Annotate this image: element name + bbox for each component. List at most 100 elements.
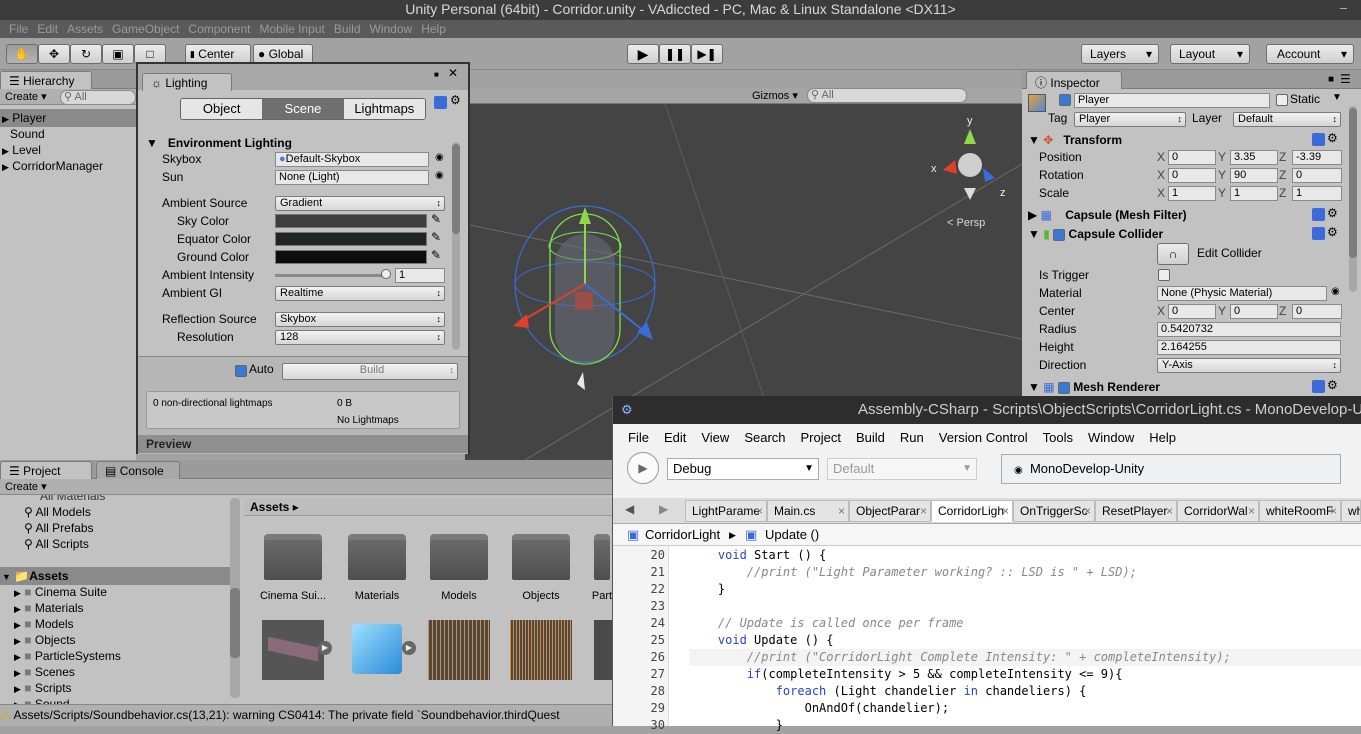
tab-project[interactable]: ☰ Project [0,461,92,479]
radius-field[interactable]: 0.5420732 [1157,322,1341,337]
play-preview-icon[interactable]: ▶ [402,641,416,655]
scene-search-input[interactable]: ⚲ All [807,88,967,103]
preview-header[interactable]: Preview [138,435,468,453]
menu-icon[interactable]: ☰ [1340,72,1351,86]
rect-tool-button[interactable]: □ [134,44,166,64]
asset-folder[interactable] [430,534,488,580]
orientation-gizmo-center[interactable] [958,153,982,177]
pivot-center-toggle[interactable]: ▮ Center [185,44,251,64]
move-tool-button[interactable]: ✥ [38,44,70,64]
rotation-y-field[interactable]: 90 [1230,168,1278,183]
collider-enabled-checkbox[interactable] [1053,228,1066,241]
close-icon[interactable]: × [1166,501,1173,521]
layers-dropdown[interactable]: Layers ▾ [1081,44,1159,64]
gear-icon[interactable]: ⚙ [1327,131,1338,145]
ambient-intensity-slider-thumb[interactable] [381,269,391,279]
hand-tool-button[interactable]: ✋ [6,44,38,64]
position-x-field[interactable]: 0 [1168,150,1216,165]
code-line[interactable]: void Update () { [689,632,834,649]
object-picker-icon[interactable]: ◉ [1331,286,1340,297]
plane-handle[interactable] [575,292,593,310]
account-dropdown[interactable]: Account ▾ [1266,44,1354,64]
resolution-dropdown[interactable]: 128 [275,330,445,345]
step-button[interactable]: ▶❚ [691,44,723,64]
ambient-intensity-field[interactable]: 1 [395,268,445,283]
menu-help[interactable]: Help [421,22,446,36]
md-menu-item[interactable]: View [701,430,729,445]
pivot-global-toggle[interactable]: ● Global [253,44,313,64]
inspector-scrollbar[interactable] [1349,106,1357,292]
editor-tab[interactable]: whiteRoomF × [1259,500,1341,522]
capsule-collider-header[interactable]: ▼ ▮ Capsule Collider [1028,225,1163,243]
code-line[interactable]: //print ("Light Parameter working? :: LS… [689,564,1137,581]
eyedropper-icon[interactable]: ✎ [431,212,441,226]
close-icon[interactable]: × [1330,501,1337,521]
tag-dropdown[interactable]: Player [1074,112,1186,127]
close-icon[interactable]: × [1002,501,1009,521]
asset-thumb-audio-1[interactable] [428,620,490,680]
expand-icon[interactable]: ▶ [2,114,9,124]
rotation-z-field[interactable]: 0 [1292,168,1342,183]
expand-icon[interactable]: ▶ [2,146,9,156]
asset-thumb-cube[interactable] [352,624,402,674]
rotate-tool-button[interactable]: ↻ [70,44,102,64]
persp-label[interactable]: < Persp [947,217,985,229]
menu-assets[interactable]: Assets [67,22,103,36]
hierarchy-item-corridormanager[interactable]: ▶ CorridorManager [2,157,103,175]
y-arrow[interactable] [579,207,591,224]
run-button[interactable]: ▶ [627,452,659,484]
tree-scrollbar[interactable] [230,498,240,698]
scrollbar-thumb[interactable] [230,588,240,658]
gear-icon[interactable]: ⚙ [1327,206,1338,220]
menu-build[interactable]: Build [334,22,361,36]
expand-icon[interactable]: ▶ [2,162,9,172]
scale-y-field[interactable]: 1 [1230,186,1278,201]
md-menu-item[interactable]: Build [856,430,885,445]
gizmo-neg-y-cone[interactable] [964,188,976,200]
gear-icon[interactable]: ⚙ [450,93,461,107]
rotation-x-field[interactable]: 0 [1168,168,1216,183]
tab-lighting[interactable]: ☼ Lighting [142,73,232,91]
code-line[interactable]: foreach (Light chandelier in chandeliers… [689,683,1087,700]
asset-thumb-partial[interactable] [594,620,612,680]
object-picker-icon[interactable]: ◉ [435,170,444,181]
position-z-field[interactable]: -3.39 [1292,150,1342,165]
code-line[interactable]: void Start () { [689,547,826,564]
position-y-field[interactable]: 3.35 [1230,150,1278,165]
ground-color-swatch[interactable] [275,250,427,264]
equator-color-swatch[interactable] [275,232,427,246]
close-icon[interactable]: × [1248,501,1255,521]
asset-thumb-audio-2[interactable] [510,620,572,680]
gizmo-y-cone[interactable] [964,129,976,144]
auto-checkbox[interactable] [235,365,247,377]
help-icon[interactable] [1312,208,1325,221]
breadcrumb-method[interactable]: Update () [765,524,819,546]
hierarchy-search-input[interactable]: ⚲ All [60,90,136,105]
editor-tab[interactable]: wh [1341,500,1361,522]
scrollbar-thumb[interactable] [452,144,460,234]
eyedropper-icon[interactable]: ✎ [431,248,441,262]
scale-x-field[interactable]: 1 [1168,186,1216,201]
code-line[interactable]: // Update is called once per frame [689,615,964,632]
play-preview-icon[interactable]: ▶ [318,641,332,655]
eyedropper-icon[interactable]: ✎ [431,230,441,244]
hierarchy-create-dropdown[interactable]: Create ▾ [5,90,47,103]
sun-field[interactable]: None (Light) [275,170,429,185]
layout-dropdown[interactable]: Layout ▾ [1170,44,1250,64]
md-menu-item[interactable]: Tools [1043,430,1073,445]
z-arrow[interactable] [637,322,653,340]
center-y-field[interactable]: 0 [1230,304,1278,319]
editor-tab[interactable]: Main.cs × [767,500,849,522]
breadcrumb-class[interactable]: CorridorLight [645,524,720,546]
close-icon[interactable]: × [920,501,927,521]
code-line[interactable]: //print ("CorridorLight Complete Intensi… [689,649,1361,666]
mesh-renderer-header[interactable]: ▼ ▦ Mesh Renderer [1028,378,1160,396]
editor-tab[interactable]: CorridorLigh × [931,500,1013,522]
play-button[interactable]: ▶ [627,44,659,64]
md-menu-item[interactable]: Edit [664,430,686,445]
minimize-button[interactable]: – [1340,0,1347,15]
gizmo-z-cone[interactable] [983,168,995,182]
asset-breadcrumb[interactable]: Assets ▸ [244,498,612,516]
menu-edit[interactable]: Edit [37,22,58,36]
ambient-gi-dropdown[interactable]: Realtime [275,286,445,301]
